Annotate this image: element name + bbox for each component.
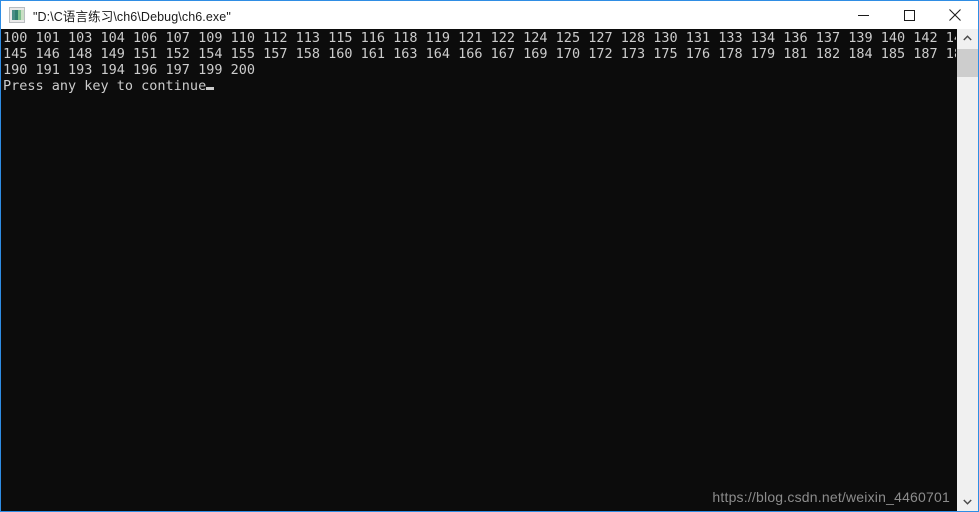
console-prompt: Press any key to continue — [3, 78, 207, 94]
vertical-scrollbar[interactable] — [956, 29, 978, 511]
console-window: "D:\C语言练习\ch6\Debug\ch6.exe" 100 101 103… — [0, 0, 979, 512]
scroll-down-arrow-icon[interactable] — [957, 493, 978, 511]
console-output-area[interactable]: 100 101 103 104 106 107 109 110 112 113 … — [1, 29, 956, 511]
window-title: "D:\C语言练习\ch6\Debug\ch6.exe" — [33, 9, 231, 24]
console-body: 100 101 103 104 106 107 109 110 112 113 … — [1, 29, 978, 511]
console-line: 190 191 193 194 196 197 199 200 — [3, 62, 255, 78]
maximize-button[interactable] — [886, 1, 932, 29]
scrollbar-track[interactable] — [957, 47, 978, 493]
block-cursor — [206, 87, 215, 90]
close-button[interactable] — [932, 1, 978, 29]
console-app-icon — [9, 7, 25, 23]
console-line: 100 101 103 104 106 107 109 110 112 113 … — [3, 30, 956, 46]
scroll-up-arrow-icon[interactable] — [957, 29, 978, 47]
window-controls — [840, 1, 978, 29]
watermark-text: https://blog.csdn.net/weixin_4460701 — [712, 489, 950, 505]
scrollbar-thumb[interactable] — [957, 49, 978, 77]
console-text: 100 101 103 104 106 107 109 110 112 113 … — [1, 29, 956, 94]
minimize-button[interactable] — [840, 1, 886, 29]
title-bar[interactable]: "D:\C语言练习\ch6\Debug\ch6.exe" — [1, 1, 978, 29]
console-line: 145 146 148 149 151 152 154 155 157 158 … — [3, 46, 956, 62]
